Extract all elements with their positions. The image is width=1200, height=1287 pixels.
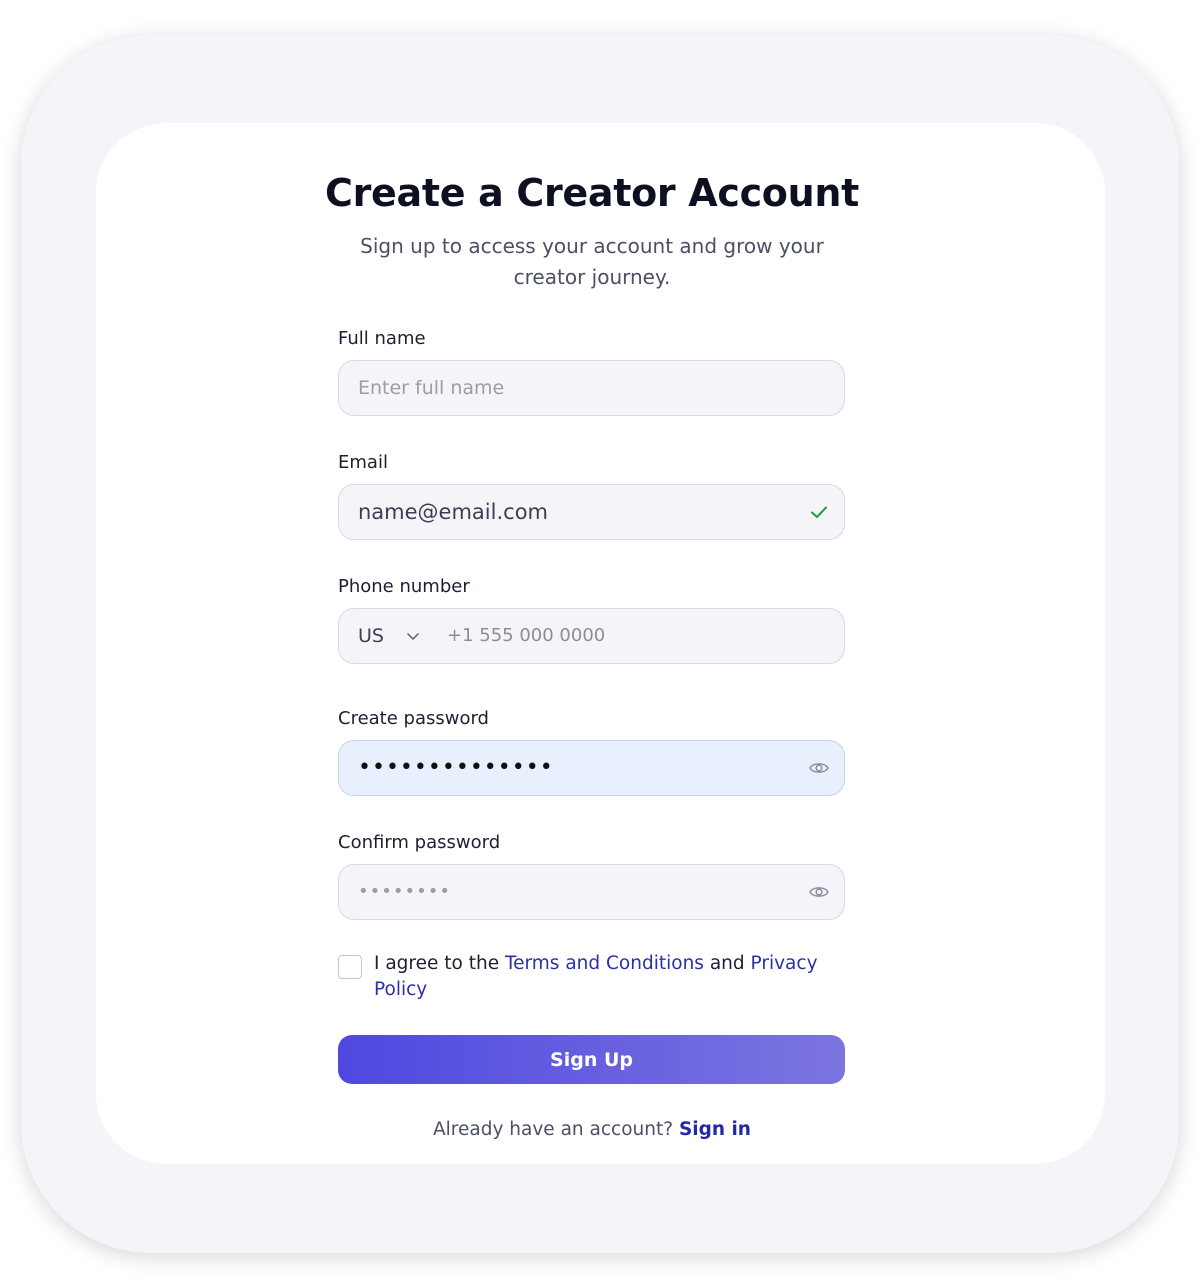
signin-prompt-text: Already have an account? bbox=[433, 1119, 674, 1140]
signin-prompt: Already have an account? Sign in bbox=[338, 1119, 846, 1140]
email-label: Email bbox=[338, 452, 388, 473]
full-name-placeholder: Enter full name bbox=[358, 377, 505, 399]
eye-icon[interactable] bbox=[808, 881, 830, 903]
agreement-text: I agree to the Terms and Conditions and … bbox=[374, 951, 844, 1003]
sign-in-link[interactable]: Sign in bbox=[679, 1119, 751, 1140]
terms-link[interactable]: Terms and Conditions bbox=[505, 953, 704, 974]
device-frame: Create a Creator Account Sign up to acce… bbox=[21, 35, 1179, 1253]
check-icon bbox=[811, 506, 827, 518]
signup-card: Create a Creator Account Sign up to acce… bbox=[96, 123, 1105, 1164]
agreement-prefix: I agree to the bbox=[374, 953, 500, 974]
chevron-down-icon[interactable] bbox=[405, 628, 421, 644]
phone-field[interactable]: US +1 555 000 0000 bbox=[338, 608, 845, 664]
full-name-field[interactable]: Enter full name bbox=[338, 360, 845, 416]
confirm-password-field[interactable]: •••••••• bbox=[338, 864, 845, 920]
create-password-value: •••••••••••••• bbox=[358, 755, 554, 780]
eye-icon[interactable] bbox=[808, 757, 830, 779]
country-code-select[interactable]: US bbox=[358, 609, 384, 663]
email-field[interactable]: name@email.com bbox=[338, 484, 845, 540]
create-password-field[interactable]: •••••••••••••• bbox=[338, 740, 845, 796]
full-name-label: Full name bbox=[338, 328, 426, 349]
agree-checkbox[interactable] bbox=[338, 955, 362, 979]
page-title: Create a Creator Account bbox=[324, 171, 859, 215]
sign-up-button[interactable]: Sign Up bbox=[338, 1035, 845, 1084]
page-subtitle: Sign up to access your account and grow … bbox=[360, 234, 824, 289]
confirm-password-label: Confirm password bbox=[338, 832, 501, 853]
agreement-conjunction: and bbox=[709, 953, 745, 974]
phone-label: Phone number bbox=[338, 576, 470, 597]
confirm-password-value: •••••••• bbox=[358, 881, 451, 902]
email-value: name@email.com bbox=[358, 500, 548, 524]
create-password-label: Create password bbox=[338, 708, 489, 729]
phone-placeholder: +1 555 000 0000 bbox=[447, 625, 606, 646]
